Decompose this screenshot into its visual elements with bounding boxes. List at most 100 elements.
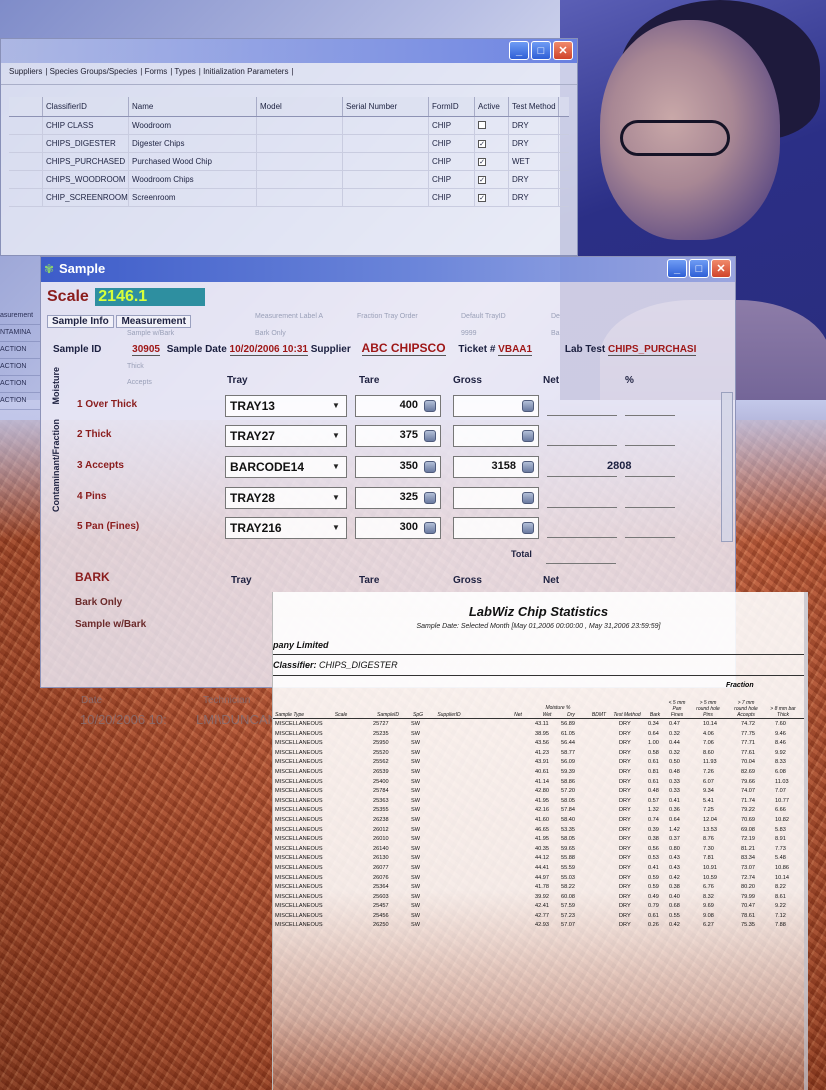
cell-accepts: 79.22	[741, 807, 755, 814]
col-test-method[interactable]: Test Method	[509, 97, 559, 116]
cell-model	[257, 171, 343, 188]
fraction-label: 4 Pins	[77, 491, 107, 502]
tab-suppliers[interactable]: Suppliers	[9, 67, 42, 76]
tray-select[interactable]: TRAY27 ▼	[225, 425, 347, 447]
table-row[interactable]: CHIPS_DIGESTER Digester Chips CHIP ✓ DRY	[9, 135, 569, 153]
report-row: MISCELLANEOUS 25400 SW 41.14 58.86 DRY 0.61 0.3…	[273, 778, 803, 788]
ticket-label: Ticket #	[458, 344, 496, 355]
cell-pins: 8.76	[703, 836, 714, 843]
tab-types[interactable]: Types	[174, 67, 195, 76]
gross-field[interactable]	[453, 425, 539, 447]
lab-test-field[interactable]: CHIPS_PURCHASI	[608, 344, 697, 356]
maximize-icon[interactable]: □	[689, 259, 709, 278]
tab-init-params[interactable]: Initialization Parameters	[203, 67, 288, 76]
active-checkbox[interactable]	[478, 121, 486, 129]
tab-sample-info[interactable]: Sample Info	[47, 315, 114, 328]
sample-date-field[interactable]: 10/20/2006 10:31	[229, 344, 308, 356]
minimize-icon[interactable]: _	[509, 41, 529, 60]
tab-contaminant-fraction[interactable]: Contaminant/Fraction	[51, 419, 61, 512]
cell-sample-id: 25784	[373, 788, 389, 795]
gross-field[interactable]	[453, 395, 539, 417]
tray-select[interactable]: BARCODE14 ▼	[225, 456, 347, 478]
hdr-thick: > 8 mm bar Thick	[770, 706, 796, 718]
col-active[interactable]: Active	[475, 97, 509, 116]
technician-value: LMI\DUNCAN	[196, 712, 277, 727]
active-checkbox[interactable]: ✓	[478, 158, 486, 166]
col-tray: Tray	[227, 375, 248, 386]
maximize-icon[interactable]: □	[531, 41, 551, 60]
table-row[interactable]: CHIPS_PURCHASED Purchased Wood Chip CHIP ✓ W…	[9, 153, 569, 171]
close-icon[interactable]: ✕	[553, 41, 573, 60]
sample-id-field[interactable]: 30905	[132, 344, 160, 356]
close-icon[interactable]: ✕	[711, 259, 731, 278]
scale-capture-icon[interactable]	[424, 492, 436, 504]
report-row: MISCELLANEOUS 26076 SW 44.97 55.03 DRY 0.59 0.4…	[273, 874, 803, 884]
active-checkbox[interactable]: ✓	[478, 140, 486, 148]
active-checkbox[interactable]: ✓	[478, 176, 486, 184]
col-model[interactable]: Model	[257, 97, 343, 116]
scale-capture-icon[interactable]	[522, 400, 534, 412]
cell-test-method: DRY	[509, 117, 559, 134]
table-row[interactable]: CHIPS_WOODROOM Woodroom Chips CHIP ✓ DRY	[9, 171, 569, 189]
tab-forms[interactable]: Forms	[145, 67, 168, 76]
cell-bark: 0.49	[648, 893, 659, 900]
tare-field[interactable]: 375	[355, 425, 441, 447]
classifier-window-titlebar[interactable]: _ □ ✕	[1, 39, 577, 63]
gross-field[interactable]	[453, 487, 539, 509]
col-formid[interactable]: FormID	[429, 97, 475, 116]
supplier-field[interactable]: ABC CHIPSCO	[361, 341, 446, 356]
minimize-icon[interactable]: _	[667, 259, 687, 278]
cell-test-method: DRY	[619, 836, 631, 843]
tare-field[interactable]: 350	[355, 456, 441, 478]
active-checkbox[interactable]: ✓	[478, 194, 486, 202]
scale-capture-icon[interactable]	[522, 461, 534, 473]
tray-value: TRAY216	[230, 521, 282, 535]
bark-section-title: BARK	[75, 570, 110, 584]
scale-capture-icon[interactable]	[424, 430, 436, 442]
cell-dry: 58.05	[561, 836, 575, 843]
scale-capture-icon[interactable]	[522, 522, 534, 534]
tab-measurement[interactable]: Measurement	[116, 315, 191, 328]
table-row[interactable]: CHIP_SCREENROOM Screenroom CHIP ✓ DRY	[9, 189, 569, 207]
cell-pan: 0.43	[669, 855, 680, 862]
technician-label: Technician	[203, 695, 251, 706]
gross-field[interactable]	[453, 517, 539, 539]
chevron-down-icon[interactable]: ▼	[328, 490, 344, 506]
ticket-field[interactable]: VBAA1	[498, 344, 533, 356]
chevron-down-icon[interactable]: ▼	[328, 520, 344, 536]
tab-species[interactable]: Species Groups/Species	[50, 67, 138, 76]
scale-capture-icon[interactable]	[424, 522, 436, 534]
tray-select[interactable]: TRAY13 ▼	[225, 395, 347, 417]
cell-spg: SW	[411, 797, 421, 804]
scale-capture-icon[interactable]	[522, 492, 534, 504]
table-row[interactable]: CHIP CLASS Woodroom CHIP DRY	[9, 117, 569, 135]
tray-select[interactable]: TRAY28 ▼	[225, 487, 347, 509]
tare-field[interactable]: 400	[355, 395, 441, 417]
vertical-scrollbar[interactable]	[721, 392, 733, 542]
cell-sample-id: 25603	[373, 893, 389, 900]
scale-capture-icon[interactable]	[424, 461, 436, 473]
cell-spg: SW	[411, 749, 421, 756]
cell-dry: 61.05	[561, 730, 575, 737]
scale-capture-icon[interactable]	[424, 400, 436, 412]
chevron-down-icon[interactable]: ▼	[328, 398, 344, 414]
chevron-down-icon[interactable]: ▼	[328, 459, 344, 475]
cell-thick: 10.14	[775, 874, 789, 881]
cell-serial	[343, 135, 429, 152]
gross-field[interactable]: 3158	[453, 456, 539, 478]
col-serial[interactable]: Serial Number	[343, 97, 429, 116]
cell-sample-type: MISCELLANEOUS	[275, 893, 323, 900]
tab-moisture[interactable]: Moisture	[51, 367, 61, 405]
tare-field[interactable]: 300	[355, 517, 441, 539]
tare-field[interactable]: 325	[355, 487, 441, 509]
cell-spg: SW	[411, 826, 421, 833]
tray-select[interactable]: TRAY216 ▼	[225, 517, 347, 539]
col-classifierid[interactable]: ClassifierID	[43, 97, 129, 116]
net-underline	[547, 476, 617, 477]
sample-window-titlebar[interactable]: ✾ Sample _ □ ✕	[41, 257, 735, 282]
cell-dry: 58.05	[561, 797, 575, 804]
col-name[interactable]: Name	[129, 97, 257, 116]
scale-capture-icon[interactable]	[522, 430, 534, 442]
cell-sample-type: MISCELLANEOUS	[275, 730, 323, 737]
chevron-down-icon[interactable]: ▼	[328, 428, 344, 444]
